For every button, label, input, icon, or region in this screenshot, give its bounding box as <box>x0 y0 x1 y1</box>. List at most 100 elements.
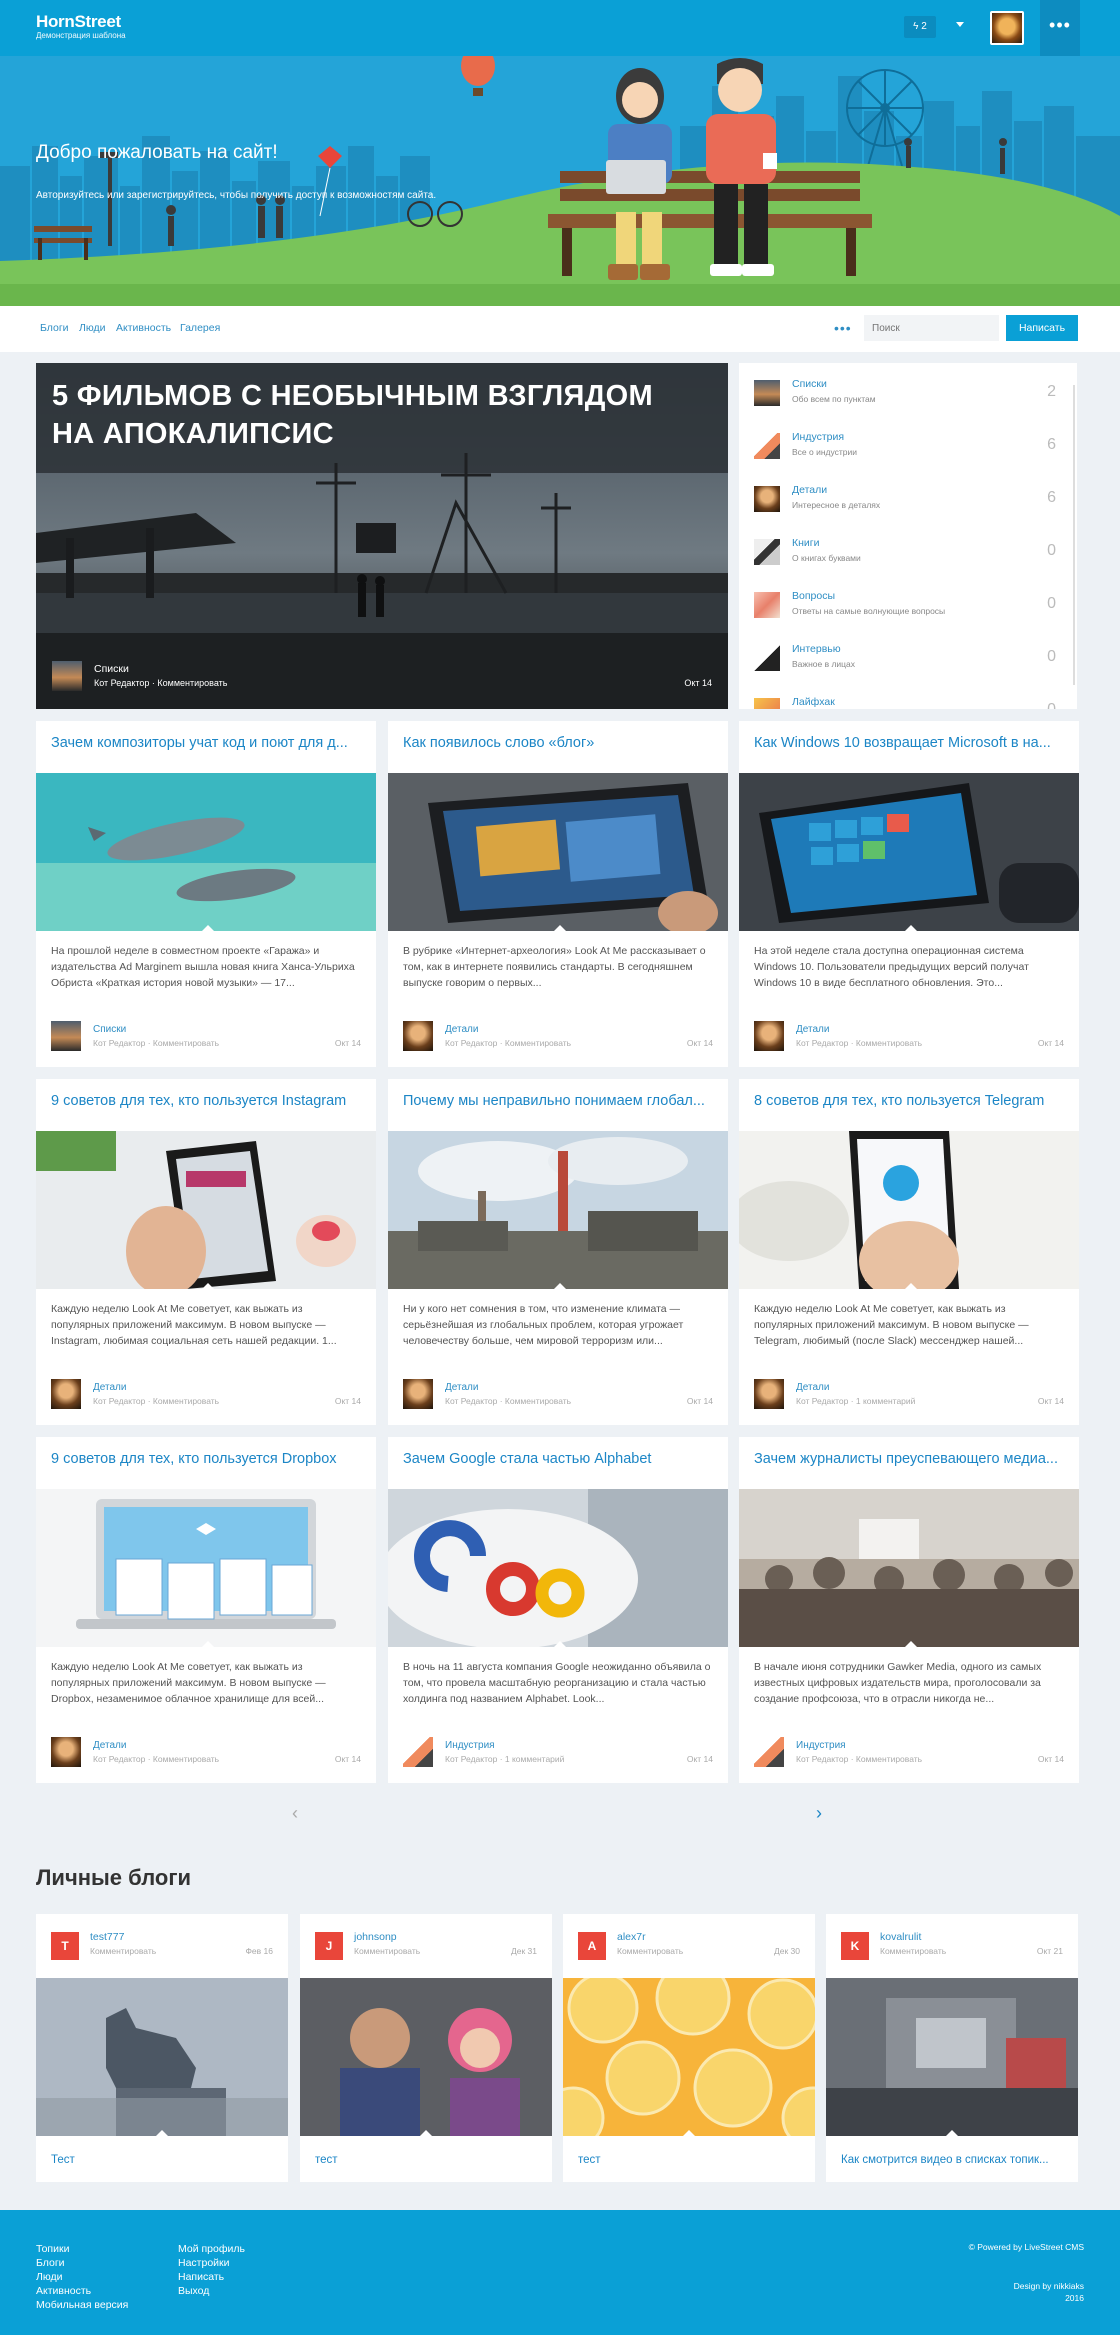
blog-row[interactable]: Интервью Важное в лицах 0 <box>754 642 1064 684</box>
post-card[interactable]: Зачем композиторы учат код и поют для д.… <box>36 721 376 1067</box>
personal-post-card[interactable]: J johnsonp Комментировать Дек 31 тест <box>300 1914 552 2182</box>
post-image[interactable] <box>739 773 1079 931</box>
author-link[interactable]: Кот Редактор <box>93 1396 145 1406</box>
user-avatar[interactable]: T <box>51 1932 79 1960</box>
post-title[interactable]: 9 советов для тех, кто пользуется Instag… <box>51 1093 366 1109</box>
comment-link[interactable]: Комментировать <box>505 1396 571 1406</box>
footer-link-settings[interactable]: Настройки <box>178 2256 245 2270</box>
blog-name[interactable]: Интервью <box>792 643 841 655</box>
blog-row[interactable]: Вопросы Ответы на самые волнующие вопрос… <box>754 589 1064 631</box>
more-dots-icon[interactable]: ••• <box>834 320 852 336</box>
post-title[interactable]: 9 советов для тех, кто пользуется Dropbo… <box>51 1451 366 1467</box>
post-image[interactable] <box>36 1131 376 1289</box>
blog-avatar[interactable] <box>754 1737 784 1767</box>
author-link[interactable]: Кот Редактор <box>445 1754 497 1764</box>
comment-link[interactable]: Комментировать <box>856 1754 922 1764</box>
comment-link[interactable]: Комментировать <box>505 1038 571 1048</box>
featured-category[interactable]: Списки <box>94 663 129 675</box>
footer-link-mobile[interactable]: Мобильная версия <box>36 2298 128 2312</box>
post-image[interactable] <box>563 1978 815 2136</box>
blog-row[interactable]: Детали Интересное в деталях 6 <box>754 483 1064 525</box>
more-menu-button[interactable]: ••• <box>1040 0 1080 56</box>
post-title[interactable]: Почему мы неправильно понимаем глобал... <box>403 1093 718 1109</box>
post-title[interactable]: Зачем Google стала частью Alphabet <box>403 1451 718 1467</box>
comment-link[interactable]: Комментировать <box>90 1946 156 1956</box>
search-input[interactable] <box>864 315 999 341</box>
footer-link-logout[interactable]: Выход <box>178 2284 245 2298</box>
post-title[interactable]: Как смотрится видео в списках топик... <box>841 2154 1069 2166</box>
blog-name[interactable]: Вопросы <box>792 590 835 602</box>
post-title[interactable]: 8 советов для тех, кто пользуется Telegr… <box>754 1093 1069 1109</box>
next-page-icon[interactable]: › <box>816 1803 822 1824</box>
footer-link-topics[interactable]: Топики <box>36 2242 128 2256</box>
post-title[interactable]: Тест <box>51 2154 279 2166</box>
footer-link-blogs[interactable]: Блоги <box>36 2256 128 2270</box>
personal-post-card[interactable]: T test777 Комментировать Фев 16 Тест <box>36 1914 288 2182</box>
user-avatar[interactable] <box>990 11 1024 45</box>
design-by[interactable]: Design by nikkiaks <box>1014 2280 1084 2292</box>
blog-avatar[interactable] <box>51 1379 81 1409</box>
post-image[interactable] <box>739 1131 1079 1289</box>
author-link[interactable]: Кот Редактор <box>796 1396 848 1406</box>
blog-avatar[interactable] <box>51 1737 81 1767</box>
logo[interactable]: HornStreet Демонстрация шаблона <box>36 12 126 41</box>
user-avatar[interactable]: A <box>578 1932 606 1960</box>
post-card[interactable]: Зачем журналисты преуспевающего медиа...… <box>739 1437 1079 1783</box>
post-card[interactable]: 9 советов для тех, кто пользуется Dropbo… <box>36 1437 376 1783</box>
user-name[interactable]: test777 <box>90 1931 124 1943</box>
post-title[interactable]: Зачем журналисты преуспевающего медиа... <box>754 1451 1069 1467</box>
post-card[interactable]: Почему мы неправильно понимаем глобал...… <box>388 1079 728 1425</box>
comment-link[interactable]: Комментировать <box>153 1754 219 1764</box>
post-title[interactable]: тест <box>315 2154 543 2166</box>
blog-name[interactable]: Списки <box>792 378 827 390</box>
blog-avatar[interactable] <box>403 1379 433 1409</box>
notifications-badge[interactable]: ϟ 2 <box>904 16 936 38</box>
featured-post[interactable]: 5 ФИЛЬМОВ С НЕОБЫЧНЫМ ВЗГЛЯДОМ НА АПОКАЛ… <box>36 363 728 709</box>
comment-link[interactable]: Комментировать <box>354 1946 420 1956</box>
author-link[interactable]: Кот Редактор <box>445 1038 497 1048</box>
post-card[interactable]: Как появилось слово «блог» В рубрике «Ин… <box>388 721 728 1067</box>
prev-page-icon[interactable]: ‹ <box>292 1803 298 1824</box>
blog-name[interactable]: Индустрия <box>792 431 844 443</box>
blog-thumbnail[interactable] <box>52 661 82 691</box>
post-category[interactable]: Списки <box>93 1024 126 1035</box>
blog-avatar[interactable] <box>403 1021 433 1051</box>
post-category[interactable]: Индустрия <box>796 1740 846 1751</box>
post-card[interactable]: 8 советов для тех, кто пользуется Telegr… <box>739 1079 1079 1425</box>
nav-item-people[interactable]: Люди <box>79 322 106 334</box>
post-title[interactable]: Как появилось слово «блог» <box>403 735 718 751</box>
nav-item-activity[interactable]: Активность <box>116 322 171 334</box>
footer-link-activity[interactable]: Активность <box>36 2284 128 2298</box>
post-image[interactable] <box>388 1131 728 1289</box>
user-avatar[interactable]: J <box>315 1932 343 1960</box>
comment-link[interactable]: 1 комментарий <box>505 1754 565 1764</box>
powered-by[interactable]: © Powered by LiveStreet CMS <box>969 2242 1084 2252</box>
blog-avatar[interactable] <box>754 1021 784 1051</box>
blog-avatar[interactable] <box>403 1737 433 1767</box>
blog-avatar[interactable] <box>51 1021 81 1051</box>
footer-link-people[interactable]: Люди <box>36 2270 128 2284</box>
comment-link[interactable]: Комментировать <box>617 1946 683 1956</box>
footer-link-profile[interactable]: Мой профиль <box>178 2242 245 2256</box>
personal-post-card[interactable]: K kovalrulit Комментировать Окт 21 Как с… <box>826 1914 1078 2182</box>
blog-name[interactable]: Лайфхак <box>792 696 835 708</box>
post-title[interactable]: Как Windows 10 возвращает Microsoft в на… <box>754 735 1069 751</box>
blog-row[interactable]: Индустрия Все о индустрии 6 <box>754 430 1064 472</box>
post-category[interactable]: Детали <box>445 1382 478 1393</box>
user-avatar[interactable]: K <box>841 1932 869 1960</box>
post-image[interactable] <box>388 1489 728 1647</box>
post-image[interactable] <box>36 1489 376 1647</box>
post-category[interactable]: Индустрия <box>445 1740 495 1751</box>
post-category[interactable]: Детали <box>93 1740 126 1751</box>
post-image[interactable] <box>300 1978 552 2136</box>
comment-link[interactable]: Комментировать <box>880 1946 946 1956</box>
scrollbar[interactable] <box>1073 385 1075 685</box>
author-link[interactable]: Кот Редактор <box>93 1038 145 1048</box>
post-category[interactable]: Детали <box>796 1382 829 1393</box>
author-link[interactable]: Кот Редактор <box>93 1754 145 1764</box>
blog-row[interactable]: Лайфхак 0 <box>754 695 1064 709</box>
author-link[interactable]: Кот Редактор <box>94 678 149 688</box>
blog-row[interactable]: Книги О книгах буквами 0 <box>754 536 1064 578</box>
post-title[interactable]: Зачем композиторы учат код и поют для д.… <box>51 735 366 751</box>
nav-item-blogs[interactable]: Блоги <box>40 322 69 334</box>
